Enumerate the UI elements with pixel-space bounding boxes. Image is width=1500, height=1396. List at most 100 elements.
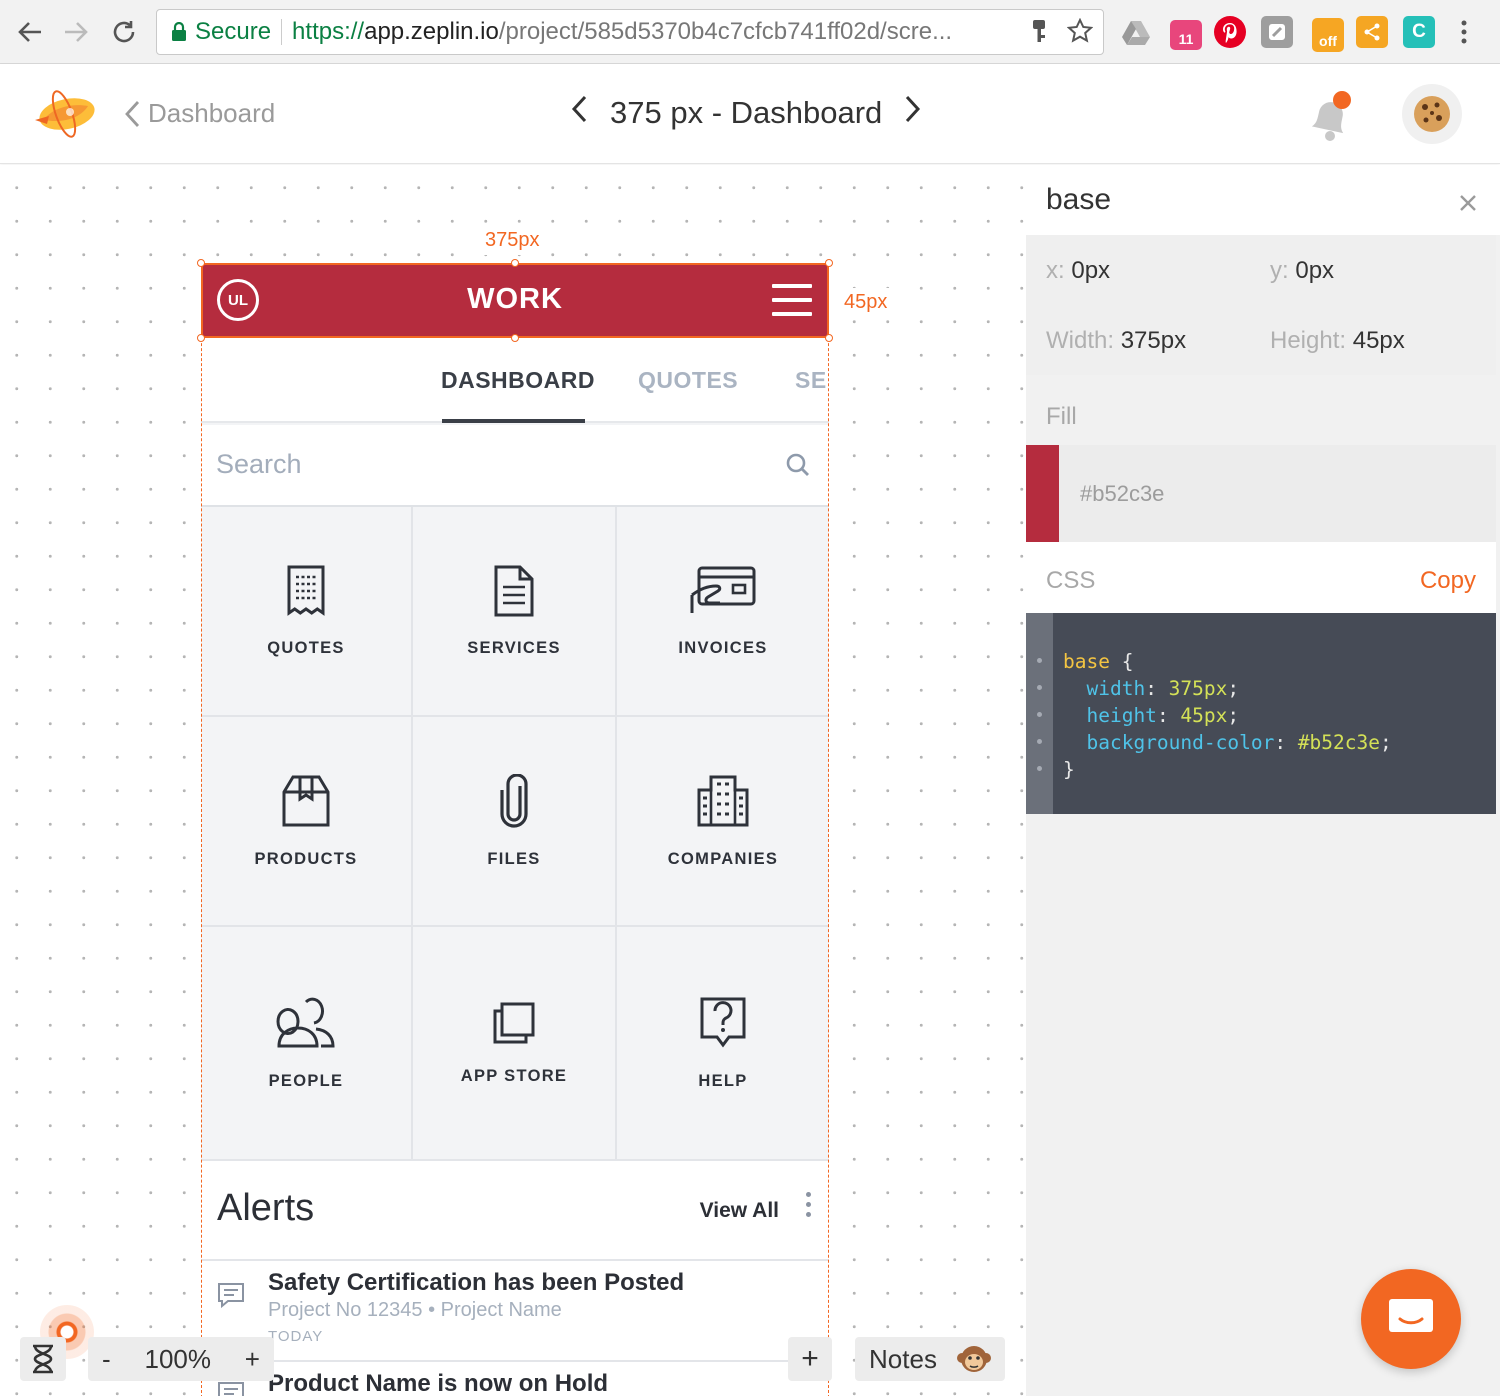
bookmark-star-icon[interactable] xyxy=(1066,17,1094,53)
view-all-link[interactable]: View All xyxy=(700,1199,779,1223)
back-to-dashboard-link[interactable]: Dashboard xyxy=(124,98,275,129)
address-bar[interactable]: Secure https://app.zeplin.io/project/585… xyxy=(156,9,1104,55)
receipt-icon xyxy=(287,565,325,616)
tab-quotes[interactable]: QUOTES xyxy=(638,367,738,394)
tile-invoices[interactable]: INVOICES xyxy=(617,507,829,717)
app-title: WORK xyxy=(467,283,563,315)
zeplin-logo-icon[interactable] xyxy=(30,84,100,147)
css-section-label: CSS xyxy=(1046,567,1096,594)
back-arrow-icon[interactable] xyxy=(12,14,48,50)
secure-indicator: Secure xyxy=(171,18,271,46)
tile-people[interactable]: PEOPLE xyxy=(201,927,413,1159)
alert-item[interactable]: Safety Certification has been Posted Pro… xyxy=(201,1261,829,1359)
selection-handle[interactable] xyxy=(825,259,833,267)
dashboard-tile-grid: QUOTES SERVICES INVOICES PRODUCTS FILES … xyxy=(201,507,829,1159)
code-value: #b52c3e xyxy=(1297,731,1380,754)
search-input[interactable]: Search xyxy=(216,449,302,480)
lock-icon xyxy=(172,22,186,41)
calendar-extension-icon[interactable]: 11 xyxy=(1170,20,1202,50)
alert-subtitle: Project No 12345 • Project Name xyxy=(268,1299,562,1321)
building-icon xyxy=(697,775,749,826)
tile-label: APP STORE xyxy=(460,1066,568,1085)
user-avatar[interactable] xyxy=(1402,84,1462,144)
prop-value: 45px xyxy=(1352,327,1405,354)
add-note-button[interactable]: + xyxy=(788,1337,832,1381)
url-host: app.zeplin.io xyxy=(364,18,499,45)
code-line: width: 375px; xyxy=(1086,677,1240,700)
tile-label: COMPANIES xyxy=(667,849,779,868)
tile-files[interactable]: FILES xyxy=(413,717,617,927)
height-measure-label: 45px xyxy=(838,288,894,317)
drive-extension-icon[interactable] xyxy=(1120,16,1152,48)
color-swatch[interactable] xyxy=(1026,445,1059,542)
zoom-level: 100% xyxy=(144,1343,211,1374)
tab-services-partial[interactable]: SE xyxy=(795,367,827,394)
copy-css-button[interactable]: Copy xyxy=(1420,567,1476,595)
tile-services[interactable]: SERVICES xyxy=(413,507,617,717)
selection-handle[interactable] xyxy=(511,259,519,267)
app-bar-base-layer[interactable]: UL WORK xyxy=(201,263,829,338)
chat-launcher-button[interactable] xyxy=(1361,1269,1461,1369)
coupon-extension-icon[interactable]: off xyxy=(1312,18,1344,52)
alerts-top-divider xyxy=(201,1159,829,1161)
more-options-icon[interactable] xyxy=(806,1192,812,1217)
zeplin-header: Dashboard 375 px - Dashboard xyxy=(0,64,1500,164)
hamburger-menu-icon[interactable] xyxy=(772,284,812,316)
notes-button[interactable]: Notes xyxy=(855,1337,1005,1381)
secure-label: Secure xyxy=(195,18,272,45)
notes-label: Notes xyxy=(869,1343,937,1374)
forward-arrow-icon[interactable] xyxy=(58,14,94,50)
design-canvas[interactable]: 375px 45px UL WORK DASHBOARD QUOTES SE S… xyxy=(0,165,1026,1396)
artboard-dashboard[interactable]: UL WORK DASHBOARD QUOTES SE Search QUOTE… xyxy=(201,263,829,1396)
prop-height: Height: 45px xyxy=(1270,327,1405,355)
alerts-section: Alerts View All Safety Certification has… xyxy=(201,1159,829,1396)
notification-bell-icon[interactable] xyxy=(1304,90,1360,149)
zoom-control: - 100% + xyxy=(88,1337,274,1381)
share-extension-icon[interactable] xyxy=(1356,16,1388,48)
layer-properties: x: 0px y: 0px Width: 375px Height: 45px xyxy=(1026,235,1496,375)
fill-hex[interactable]: #b52c3e xyxy=(1080,481,1164,507)
width-measure-label: 375px xyxy=(479,226,546,255)
search-bar[interactable]: Search xyxy=(201,425,829,507)
zoom-out-button[interactable]: - xyxy=(102,1344,111,1375)
selection-handle[interactable] xyxy=(825,334,833,342)
prop-key: Height: xyxy=(1270,327,1347,354)
tile-app-store[interactable]: APP STORE xyxy=(413,927,617,1159)
prop-y: y: 0px xyxy=(1270,257,1334,285)
box-icon xyxy=(282,775,330,826)
tab-dashboard[interactable]: DASHBOARD xyxy=(441,367,595,394)
tile-quotes[interactable]: QUOTES xyxy=(201,507,413,717)
previous-screen-icon[interactable] xyxy=(570,94,588,132)
alert-item[interactable]: Product Name is now on Hold xyxy=(201,1362,829,1396)
hourglass-icon[interactable] xyxy=(20,1337,66,1381)
browser-toolbar: Secure https://app.zeplin.io/project/585… xyxy=(0,0,1500,64)
tile-products[interactable]: PRODUCTS xyxy=(201,717,413,927)
next-screen-icon[interactable] xyxy=(904,94,922,132)
c-extension-icon[interactable]: C xyxy=(1403,16,1435,48)
code-value: 375px xyxy=(1168,677,1228,700)
fill-row[interactable]: #b52c3e xyxy=(1026,445,1496,542)
reload-icon[interactable] xyxy=(106,14,142,50)
chat-icon xyxy=(1389,1299,1433,1332)
selection-handle[interactable] xyxy=(197,334,205,342)
tab-bar: DASHBOARD QUOTES SE xyxy=(201,338,829,423)
selection-handle[interactable] xyxy=(197,259,205,267)
css-code-block[interactable]: base { width: 375px; height: 45px; backg… xyxy=(1026,613,1496,814)
tile-label: SERVICES xyxy=(467,638,561,657)
key-icon[interactable] xyxy=(1029,18,1049,53)
tile-help[interactable]: HELP xyxy=(617,927,829,1159)
layers-icon xyxy=(493,1002,535,1043)
zoom-in-button[interactable]: + xyxy=(245,1344,260,1375)
pinterest-icon[interactable] xyxy=(1214,16,1246,48)
selection-handle[interactable] xyxy=(511,334,519,342)
tile-label: QUOTES xyxy=(267,638,345,657)
notes-extension-icon[interactable] xyxy=(1261,16,1293,48)
browser-menu-icon[interactable] xyxy=(1446,14,1482,50)
tile-label: HELP xyxy=(698,1071,748,1090)
tile-companies[interactable]: COMPANIES xyxy=(617,717,829,927)
code-open-brace: { xyxy=(1109,650,1134,673)
calendar-badge: 11 xyxy=(1178,31,1194,47)
close-icon[interactable] xyxy=(1458,187,1478,221)
search-icon[interactable] xyxy=(785,452,811,483)
code-property: background-color xyxy=(1086,731,1275,754)
